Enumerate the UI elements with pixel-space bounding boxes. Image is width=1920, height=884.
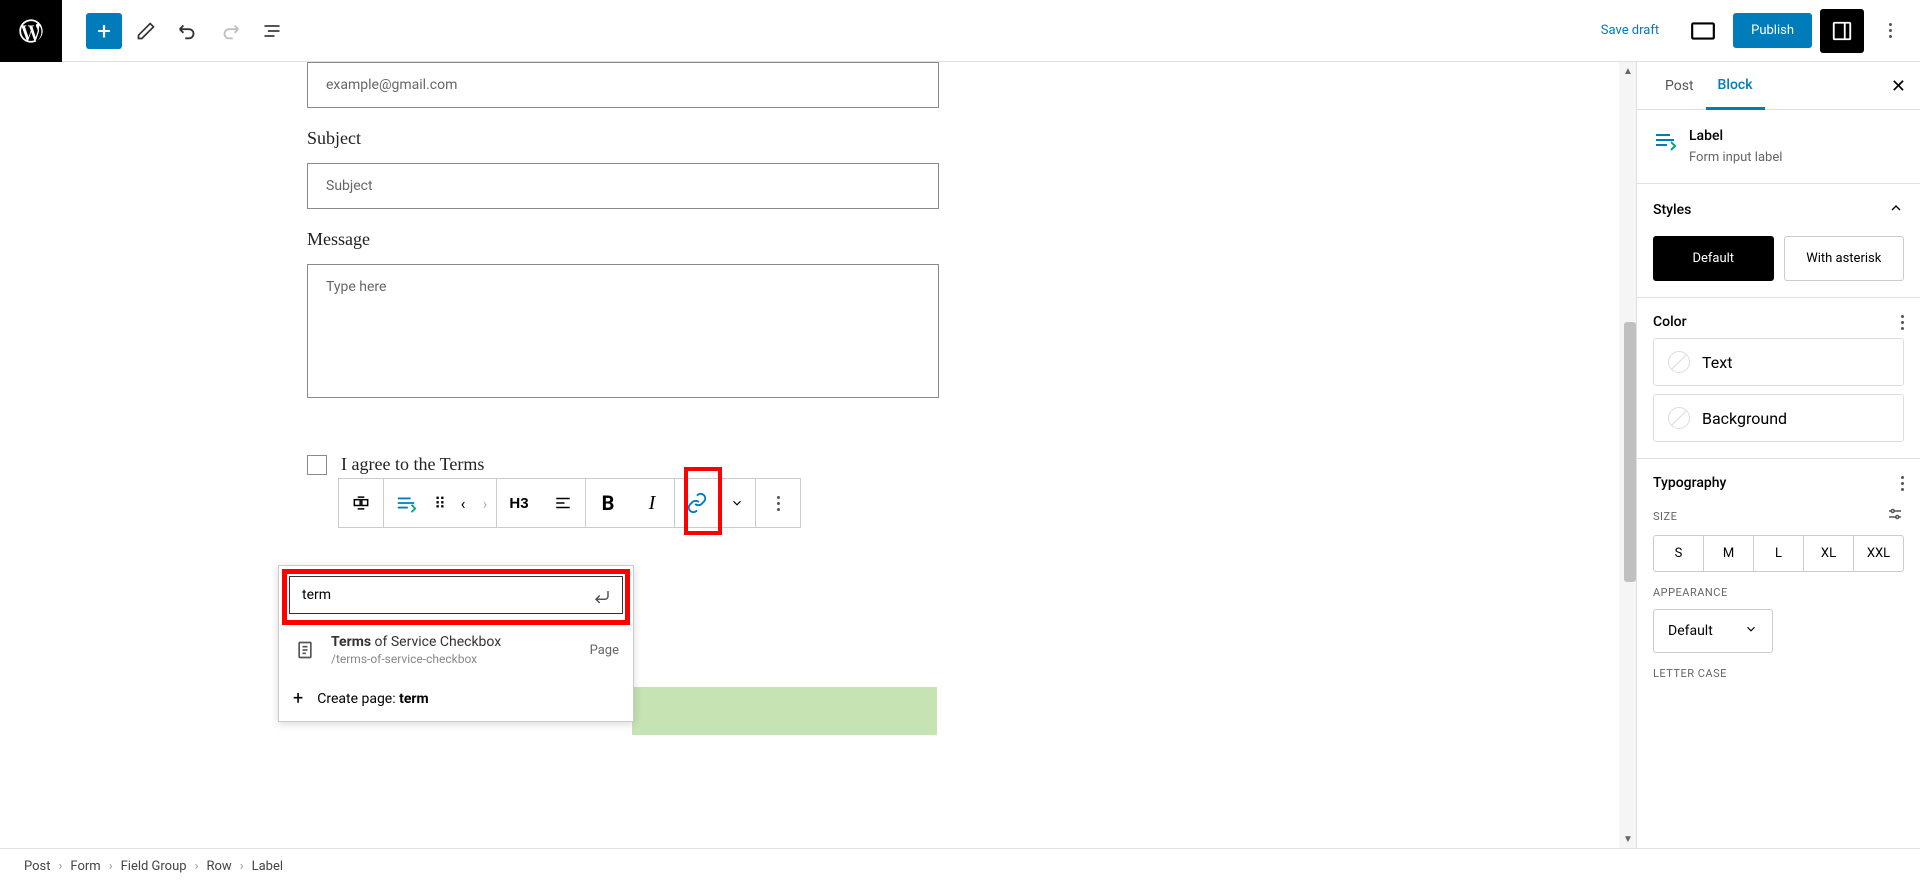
top-left: + [0, 0, 290, 61]
agree-label[interactable]: I agree to the Terms [341, 454, 484, 475]
top-bar: + Save draft Publish [0, 0, 1920, 62]
size-s-button[interactable]: S [1654, 536, 1704, 571]
size-xl-button[interactable]: XL [1804, 536, 1854, 571]
link-result-title: Terms of Service Checkbox [331, 634, 576, 650]
agree-checkbox[interactable] [307, 455, 327, 475]
text-color-button[interactable]: Text [1653, 338, 1904, 386]
edit-icon[interactable] [128, 13, 164, 49]
label-block-icon [1653, 128, 1677, 152]
style-default-button[interactable]: Default [1653, 236, 1774, 281]
styles-section: Styles Default With asterisk [1637, 184, 1920, 298]
color-options-icon[interactable] [1901, 315, 1904, 330]
link-popup: Terms of Service Checkbox /terms-of-serv… [278, 565, 634, 722]
breadcrumb-item[interactable]: Form [70, 859, 100, 874]
block-info: Label Form input label [1637, 110, 1920, 184]
typography-options-icon[interactable] [1901, 476, 1904, 491]
chevron-up-icon [1888, 200, 1904, 220]
undo-icon[interactable] [170, 13, 206, 49]
style-asterisk-button[interactable]: With asterisk [1784, 236, 1905, 281]
submit-button-placeholder[interactable] [632, 687, 937, 735]
message-textarea[interactable]: Type here [307, 264, 939, 398]
styles-header[interactable]: Styles [1653, 200, 1904, 220]
appearance-label: APPEARANCE [1653, 586, 1904, 599]
email-input[interactable]: example@gmail.com [307, 62, 939, 108]
link-button[interactable] [675, 479, 719, 527]
breadcrumb-item[interactable]: Post [24, 859, 51, 874]
align-icon[interactable] [541, 479, 585, 527]
color-header: Color [1653, 314, 1904, 330]
breadcrumb-item[interactable]: Label [252, 859, 283, 874]
close-sidebar-icon[interactable]: ✕ [1891, 76, 1906, 97]
subject-label: Subject [307, 128, 1329, 149]
breadcrumb: Post › Form › Field Group › Row › Label [0, 848, 1920, 884]
scroll-down-icon[interactable]: ▼ [1623, 834, 1633, 844]
sidebar-toggle-button[interactable] [1820, 9, 1864, 53]
plus-icon: + [293, 688, 303, 709]
create-page-button[interactable]: + Create page: term [279, 676, 633, 721]
sidebar-tabs: Post Block ✕ [1637, 62, 1920, 110]
link-search-input[interactable] [289, 576, 623, 614]
more-options-icon[interactable] [756, 479, 800, 527]
scroll-up-icon[interactable]: ▲ [1623, 66, 1633, 76]
color-swatch-icon [1668, 351, 1690, 373]
more-options-button[interactable] [1872, 13, 1908, 49]
chevron-down-icon[interactable] [719, 479, 755, 527]
tab-block[interactable]: Block [1706, 63, 1765, 110]
size-custom-icon[interactable] [1886, 505, 1904, 527]
main-area: example@gmail.com Subject Subject Messag… [0, 62, 1920, 848]
scrollbar-thumb[interactable] [1624, 322, 1636, 582]
link-result-type: Page [590, 643, 619, 658]
size-l-button[interactable]: L [1754, 536, 1804, 571]
top-right: Save draft Publish [1587, 9, 1920, 53]
save-draft-button[interactable]: Save draft [1587, 15, 1673, 46]
drag-handle-icon[interactable]: ⠿ [428, 479, 452, 527]
bold-button[interactable]: B [586, 479, 630, 527]
publish-button[interactable]: Publish [1733, 13, 1812, 48]
block-name: Label [1689, 128, 1782, 144]
subject-input[interactable]: Subject [307, 163, 939, 209]
editor-scrollbar[interactable]: ▲ ▼ [1619, 62, 1636, 848]
color-section: Color Text Background [1637, 298, 1920, 459]
typography-header: Typography [1653, 475, 1904, 491]
label-block-icon[interactable] [384, 479, 428, 527]
move-right-icon[interactable]: › [474, 479, 496, 527]
transform-icon[interactable] [339, 479, 383, 527]
outline-icon[interactable] [254, 13, 290, 49]
italic-button[interactable]: I [630, 479, 674, 527]
typography-section: Typography SIZE S M L XL XXL APPEARANCE … [1637, 459, 1920, 696]
breadcrumb-item[interactable]: Field Group [121, 859, 187, 874]
editor-canvas: example@gmail.com Subject Subject Messag… [0, 62, 1636, 848]
move-left-icon[interactable]: ‹ [452, 479, 474, 527]
chevron-down-icon [1744, 622, 1758, 640]
lettercase-label: LETTER CASE [1653, 667, 1904, 680]
preview-icon[interactable] [1681, 9, 1725, 53]
message-label: Message [307, 229, 1329, 250]
color-swatch-icon [1668, 407, 1690, 429]
settings-sidebar: Post Block ✕ Label Form input label Styl… [1636, 62, 1920, 848]
size-m-button[interactable]: M [1704, 536, 1754, 571]
link-search-result[interactable]: Terms of Service Checkbox /terms-of-serv… [279, 624, 633, 676]
redo-icon[interactable] [212, 13, 248, 49]
tab-post[interactable]: Post [1653, 64, 1706, 108]
size-selector: S M L XL XXL [1653, 535, 1904, 572]
size-label: SIZE [1653, 510, 1677, 523]
size-xxl-button[interactable]: XXL [1854, 536, 1903, 571]
appearance-select[interactable]: Default [1653, 609, 1773, 653]
heading-level-button[interactable]: H3 [497, 479, 541, 527]
wordpress-logo[interactable] [0, 0, 62, 62]
page-icon [293, 638, 317, 662]
block-description: Form input label [1689, 150, 1782, 165]
breadcrumb-item[interactable]: Row [206, 859, 231, 874]
background-color-button[interactable]: Background [1653, 394, 1904, 442]
link-result-url: /terms-of-service-checkbox [331, 652, 576, 666]
block-toolbar: ⠿ ‹ › H3 B I [338, 478, 801, 528]
add-block-button[interactable]: + [86, 13, 122, 49]
